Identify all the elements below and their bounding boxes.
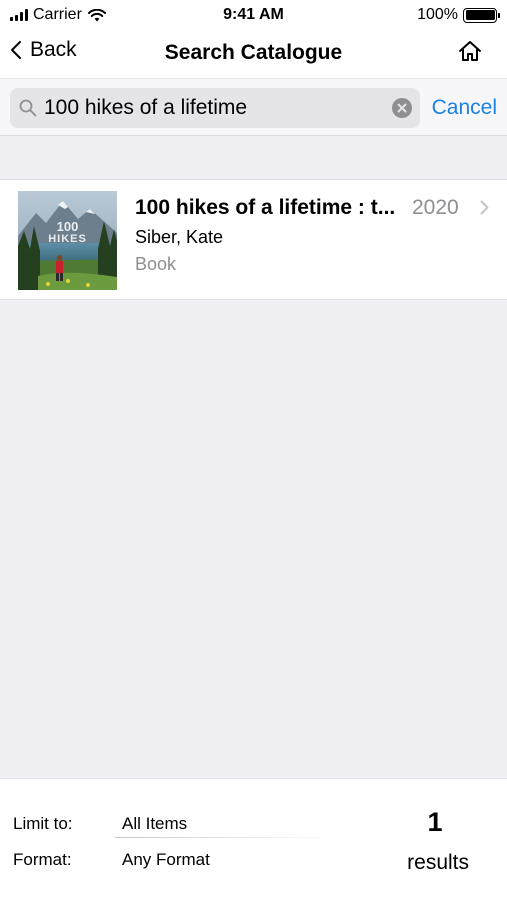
search-bar: Cancel (0, 78, 507, 136)
home-button[interactable] (458, 40, 482, 67)
result-title: 100 hikes of a lifetime : t... (135, 196, 396, 219)
status-bar: Carrier 9:41 AM 100% (0, 0, 507, 30)
clear-search-button[interactable] (392, 98, 412, 118)
result-year: 2020 (412, 196, 459, 219)
battery-percentage: 100% (417, 6, 458, 23)
results-label: results (407, 851, 469, 874)
search-field[interactable] (10, 88, 420, 128)
cover-title-number: 100 (56, 219, 79, 234)
battery-icon (463, 7, 500, 23)
search-icon (19, 99, 37, 117)
format-label: Format: (13, 850, 72, 869)
result-format: Book (135, 254, 177, 274)
book-cover-image: 100 HIKES (18, 191, 117, 290)
results-count: 1 (427, 807, 443, 837)
cover-title-word: HIKES (48, 233, 87, 245)
search-result-item[interactable]: 100 HIKES 100 hikes of a lifetime : t...… (0, 179, 507, 300)
cancel-button[interactable]: Cancel (432, 96, 497, 120)
back-label: Back (30, 38, 77, 61)
limit-label: Limit to: (13, 814, 73, 833)
limit-value[interactable]: All Items (122, 814, 187, 834)
filter-divider (115, 837, 335, 838)
result-author: Siber, Kate (135, 227, 224, 247)
nav-bar: Back Search Catalogue (0, 30, 507, 78)
battery-fill (465, 10, 495, 20)
clear-icon (397, 103, 407, 113)
filter-footer: Limit to: All Items Format: Any Format 1… (0, 778, 507, 900)
status-right: 100% (417, 6, 500, 24)
back-button[interactable]: Back (10, 38, 77, 62)
chevron-left-icon (11, 41, 21, 59)
home-icon (459, 41, 481, 61)
chevron-right-icon (480, 200, 489, 215)
format-value[interactable]: Any Format (122, 850, 210, 870)
search-input[interactable] (44, 88, 384, 128)
